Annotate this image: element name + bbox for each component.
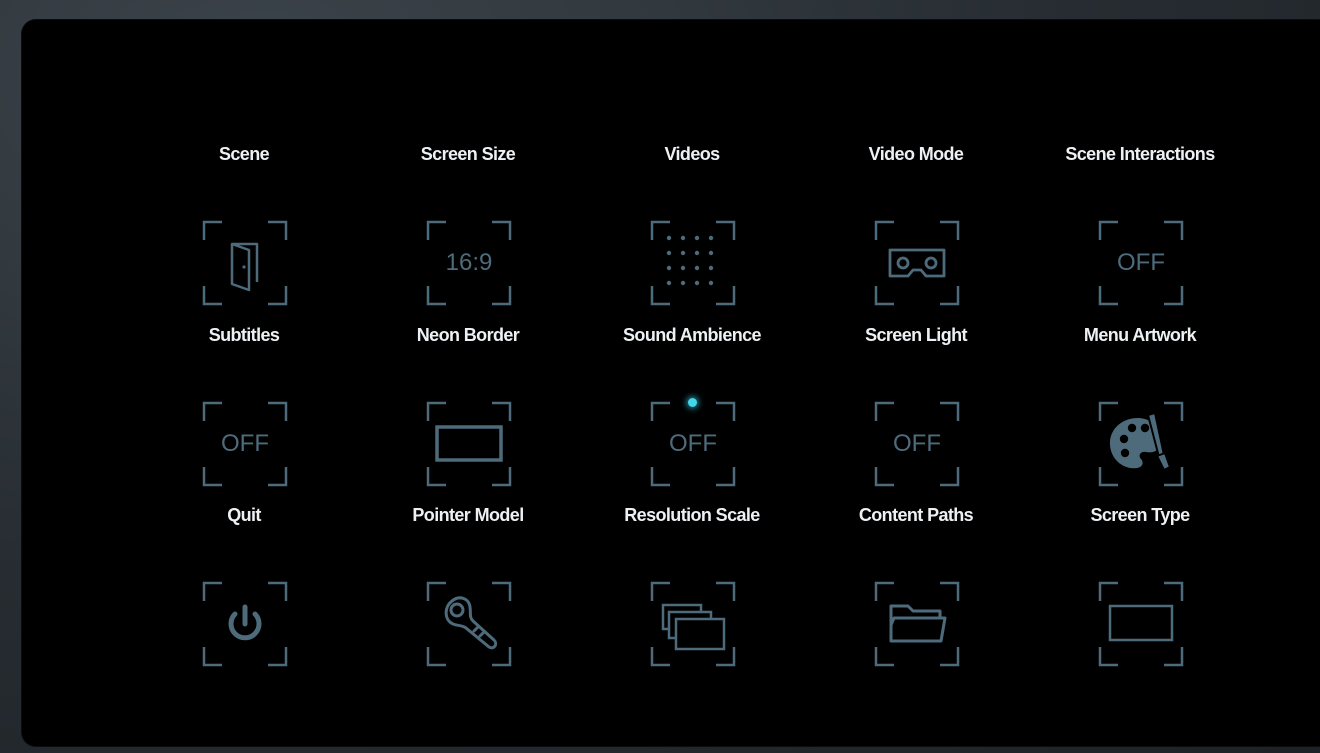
- active-indicator-dot: [688, 397, 697, 407]
- vr-headset-icon: [888, 248, 946, 278]
- menu-item-resolution-scale[interactable]: Resolution Scale: [580, 503, 804, 684]
- menu-item-menu-artwork[interactable]: Menu Artwork: [1028, 323, 1252, 504]
- menu-item-pointer-model[interactable]: Pointer Model: [356, 503, 580, 684]
- menu-item-subtitles[interactable]: Subtitles OFF: [132, 323, 356, 504]
- menu-item-label: Resolution Scale: [624, 505, 760, 525]
- grid-dots-icon: [666, 235, 714, 286]
- menu-item-button[interactable]: [650, 220, 736, 306]
- aspect-ratio-value: 16:9: [445, 249, 493, 276]
- window-frame: Scene Screen Size 16:9 Videos Video Mode…: [0, 0, 1320, 753]
- menu-item-label: Content Paths: [858, 505, 974, 525]
- menu-item-button[interactable]: 16:9: [426, 220, 512, 306]
- stacked-screens-icon: [661, 603, 726, 651]
- menu-item-videos[interactable]: Videos: [580, 142, 804, 323]
- menu-item-button[interactable]: OFF: [202, 401, 288, 487]
- menu-item-sound-ambience[interactable]: Sound Ambience OFF: [580, 323, 804, 504]
- menu-item-label: Subtitles: [208, 324, 280, 345]
- menu-item-button[interactable]: OFF: [874, 401, 960, 487]
- menu-item-label: Sound Ambience: [623, 324, 762, 345]
- door-icon: [230, 242, 259, 292]
- menu-item-quit[interactable]: Quit: [132, 503, 356, 684]
- menu-item-scene-interactions[interactable]: Scene Interactions OFF: [1028, 142, 1252, 323]
- menu-item-video-mode[interactable]: Video Mode: [804, 142, 1028, 323]
- menu-item-button[interactable]: [874, 581, 960, 667]
- settings-menu-grid: Scene Screen Size 16:9 Videos Video Mode…: [132, 142, 1252, 684]
- menu-item-label: Videos: [664, 144, 720, 164]
- menu-item-label: Scene: [218, 144, 270, 164]
- power-icon: [228, 604, 262, 641]
- menu-item-label: Pointer Model: [412, 505, 524, 525]
- menu-item-scene[interactable]: Scene: [132, 142, 356, 323]
- menu-item-screen-type[interactable]: Screen Type: [1028, 503, 1252, 684]
- menu-item-label: Neon Border: [416, 324, 520, 345]
- menu-item-label: Menu Artwork: [1083, 324, 1197, 345]
- menu-item-label: Scene Interactions: [1065, 144, 1215, 164]
- palette-icon: [1109, 411, 1172, 471]
- menu-item-button[interactable]: [202, 581, 288, 667]
- menu-item-label: Screen Light: [865, 324, 967, 345]
- menu-item-button[interactable]: [1098, 401, 1184, 487]
- folder-icon: [889, 604, 947, 643]
- menu-item-label: Screen Size: [420, 144, 516, 164]
- menu-item-button[interactable]: [650, 581, 736, 667]
- toggle-state-text: OFF: [669, 429, 717, 457]
- menu-item-label: Video Mode: [868, 144, 964, 164]
- menu-item-button[interactable]: [202, 220, 288, 306]
- menu-item-button[interactable]: OFF: [650, 397, 736, 487]
- toggle-state-text: OFF: [1117, 249, 1165, 276]
- menu-item-screen-size[interactable]: Screen Size 16:9: [356, 142, 580, 323]
- menu-item-button[interactable]: [874, 220, 960, 306]
- menu-item-button[interactable]: [426, 581, 512, 667]
- toggle-state-text: OFF: [221, 429, 269, 457]
- flat-screen-icon: [1108, 604, 1174, 642]
- menu-item-neon-border[interactable]: Neon Border: [356, 323, 580, 504]
- rectangle-outline-icon: [435, 424, 503, 462]
- menu-item-button[interactable]: [426, 401, 512, 487]
- menu-item-screen-light[interactable]: Screen Light OFF: [804, 323, 1028, 504]
- settings-panel: Scene Screen Size 16:9 Videos Video Mode…: [22, 20, 1320, 746]
- controller-icon: [444, 596, 498, 650]
- toggle-state-text: OFF: [893, 429, 941, 457]
- menu-item-content-paths[interactable]: Content Paths: [804, 503, 1028, 684]
- menu-item-label: Quit: [227, 505, 261, 525]
- menu-item-label: Screen Type: [1090, 505, 1190, 525]
- menu-item-button[interactable]: OFF: [1098, 220, 1184, 306]
- menu-item-button[interactable]: [1098, 581, 1184, 667]
